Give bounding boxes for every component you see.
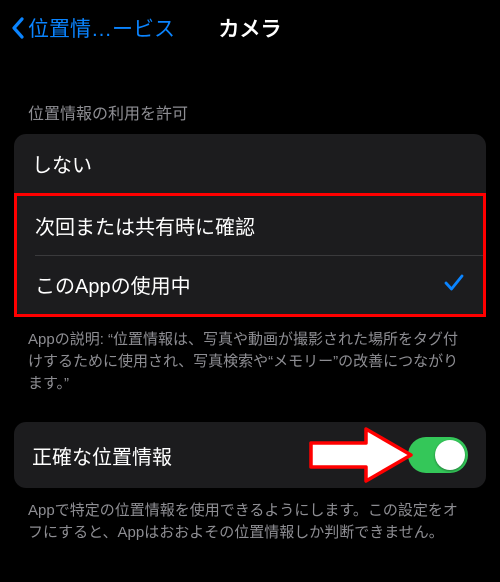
back-button[interactable]: 位置情…ービス [10, 13, 175, 43]
chevron-left-icon [10, 16, 26, 40]
section-header-location-access: 位置情報の利用を許可 [0, 56, 500, 134]
check-icon [443, 271, 465, 299]
option-while-using[interactable]: このAppの使用中 [17, 255, 483, 314]
option-label: このAppの使用中 [35, 270, 191, 299]
option-label: 次回または共有時に確認 [35, 211, 255, 240]
spacer [0, 394, 500, 422]
nav-bar: 位置情…ービス カメラ [0, 0, 500, 56]
content-area: 位置情報の利用を許可 しない 次回または共有時に確認 このAppの使用中 App… [0, 56, 500, 544]
arrow-annotation-icon [306, 425, 416, 485]
location-access-group: しない 次回または共有時に確認 このAppの使用中 [14, 134, 486, 317]
precise-location-row: 正確な位置情報 [14, 422, 486, 488]
highlight-annotation: 次回または共有時に確認 このAppの使用中 [14, 193, 486, 317]
precise-location-label: 正確な位置情報 [32, 441, 172, 470]
back-label: 位置情…ービス [28, 13, 175, 43]
precise-location-group: 正確な位置情報 [14, 422, 486, 488]
section-footer-app-description: Appの説明: “位置情報は、写真や動画が撮影された場所をタグ付けするために使用… [0, 317, 500, 394]
option-never[interactable]: しない [14, 134, 486, 193]
option-label: しない [32, 149, 92, 178]
option-ask-next-time[interactable]: 次回または共有時に確認 [17, 196, 483, 255]
page-title: カメラ [219, 13, 282, 43]
precise-location-toggle[interactable] [408, 437, 468, 473]
toggle-knob [435, 440, 465, 470]
section-footer-precise: Appで特定の位置情報を使用できるようにします。この設定をオフにすると、Appは… [0, 488, 500, 544]
